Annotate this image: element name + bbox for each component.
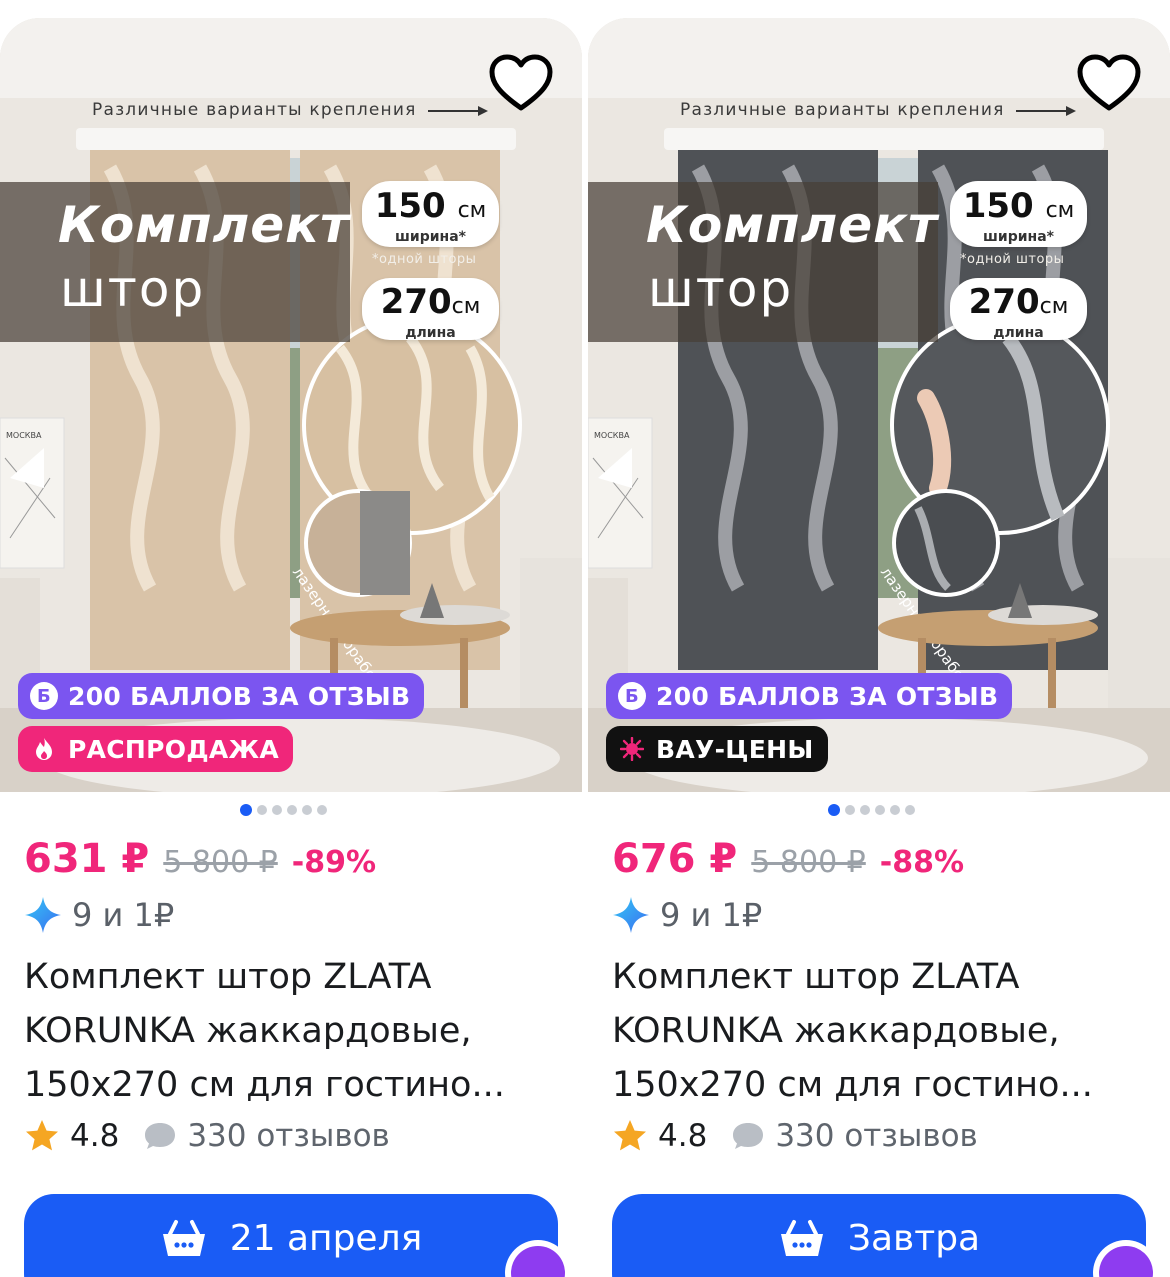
bonus-row: 9 и 1₽ [24,896,174,934]
discount-percent: -88% [879,845,965,880]
old-price: 5 800 ₽ [751,845,866,880]
points-icon: Б [618,682,646,710]
fire-icon [30,735,58,763]
width-unit: см [457,198,487,223]
reviews-count: 330 отзывов [775,1118,978,1154]
bonus-text: 9 и 1₽ [72,896,175,934]
wow-label: ВАУ-ЦЕНЫ [656,734,814,764]
basket-icon [162,1220,205,1256]
width-unit: см [1045,198,1075,223]
arrow-right-icon [428,106,488,116]
current-price: 676 ₽ [612,836,738,882]
delivery-date: 21 апреля [229,1218,423,1259]
length-label: длина [405,325,456,341]
width-value: 150 [962,186,1034,226]
reviews-count: 330 отзывов [187,1118,390,1154]
carousel-dot[interactable] [875,805,885,815]
bonus-text: 9 и 1₽ [660,896,763,934]
image-title-line2: штор [648,260,794,318]
width-note: *одной шторы [960,252,1065,267]
product-photo[interactable]: лазерная обработка МОСКВА Различные вари… [588,18,1170,792]
image-caption: Различные варианты крепления [92,100,417,120]
svg-text:МОСКВА: МОСКВА [6,431,42,440]
points-icon: Б [30,682,58,710]
product-name[interactable]: Комплект штор ZLATA KORUNKA жаккардовые,… [24,950,564,1112]
carousel-dots[interactable] [828,804,915,816]
arrow-right-icon [1016,106,1076,116]
carousel-dot[interactable] [890,805,900,815]
product-card[interactable]: лазерная обработка МОСКВА [0,18,582,1277]
add-to-cart-button[interactable]: Завтра [612,1194,1146,1277]
carousel-dot[interactable] [860,805,870,815]
carousel-dot[interactable] [257,805,267,815]
old-price: 5 800 ₽ [163,845,278,880]
image-title-line1: Комплект [58,196,351,254]
length-value: 270 [380,282,452,322]
length-label: длина [993,325,1044,341]
width-badge: 150 см ширина* [950,181,1087,247]
length-badge: 270см длина [362,278,499,341]
sparkle-bonus-icon [25,897,61,933]
image-caption: Различные варианты крепления [680,100,1005,120]
width-value: 150 [374,186,446,226]
heart-icon[interactable] [1076,54,1142,114]
carousel-dot[interactable] [287,805,297,815]
width-label: ширина* [983,229,1054,245]
heart-icon[interactable] [488,54,554,114]
price-row: 676 ₽ 5 800 ₽ -88% [612,836,964,886]
sale-label: РАСПРОДАЖА [68,734,280,764]
carousel-dot[interactable] [905,805,915,815]
sparkle-bonus-icon [613,897,649,933]
carousel-dot[interactable] [845,805,855,815]
discount-percent: -89% [291,845,377,880]
width-note: *одной шторы [372,252,477,267]
points-for-review-badge: Б 200 БАЛЛОВ ЗА ОТЗЫВ [18,673,425,719]
comment-icon [733,1123,764,1149]
length-badge: 270см длина [950,278,1087,341]
width-label: ширина* [395,229,466,245]
add-to-cart-button[interactable]: 21 апреля [24,1194,558,1277]
length-unit: см [1039,294,1069,319]
rating-value: 4.8 [658,1118,708,1154]
width-badge: 150 см ширина* [362,181,499,247]
svg-text:МОСКВА: МОСКВА [594,431,630,440]
product-grid: лазерная обработка МОСКВА [0,0,1170,1277]
sale-badge: РАСПРОДАЖА [18,726,294,772]
points-label: 200 БАЛЛОВ ЗА ОТЗЫВ [656,681,999,711]
comment-icon [145,1123,176,1149]
product-name[interactable]: Комплект штор ZLATA KORUNKA жаккардовые,… [612,950,1152,1112]
basket-icon [780,1220,823,1256]
star-icon [26,1120,58,1151]
points-for-review-badge: Б 200 БАЛЛОВ ЗА ОТЗЫВ [606,673,1013,719]
carousel-dot[interactable] [272,805,282,815]
length-value: 270 [968,282,1040,322]
product-card[interactable]: лазерная обработка МОСКВА Различные вари… [588,18,1170,1277]
delivery-date: Завтра [847,1218,981,1259]
carousel-dot[interactable] [240,804,252,816]
carousel-dots[interactable] [240,804,327,816]
length-unit: см [451,294,481,319]
sparkle-icon [618,735,646,763]
product-photo[interactable]: лазерная обработка МОСКВА [0,18,582,792]
points-label: 200 БАЛЛОВ ЗА ОТЗЫВ [68,681,411,711]
bonus-row: 9 и 1₽ [612,896,762,934]
price-row: 631 ₽ 5 800 ₽ -89% [24,836,376,886]
star-icon [614,1120,646,1151]
carousel-dot[interactable] [828,804,840,816]
wow-price-badge: ВАУ-ЦЕНЫ [606,726,828,772]
rating-value: 4.8 [70,1118,120,1154]
image-title-line2: штор [60,260,206,318]
current-price: 631 ₽ [24,836,150,882]
rating-row[interactable]: 4.8 330 отзывов [612,1118,978,1154]
carousel-dot[interactable] [317,805,327,815]
rating-row[interactable]: 4.8 330 отзывов [24,1118,390,1154]
carousel-dot[interactable] [302,805,312,815]
image-title-line1: Комплект [646,196,939,254]
